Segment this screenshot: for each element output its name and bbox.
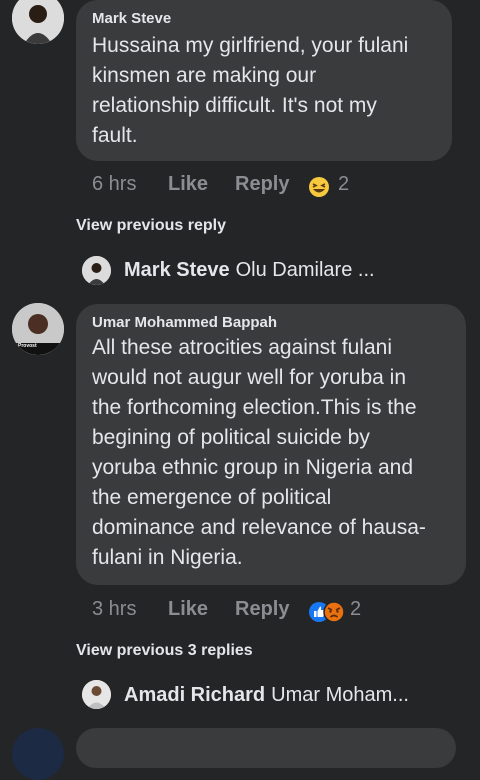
angry-emoji-icon bbox=[323, 601, 345, 623]
reply-preview[interactable]: Amadi Richard Umar Moham... bbox=[124, 684, 409, 707]
reply-button[interactable]: Reply bbox=[235, 598, 289, 621]
reply-button[interactable]: Reply bbox=[235, 173, 289, 196]
reactions[interactable]: 2 bbox=[308, 598, 378, 623]
next-comment-bubble bbox=[76, 728, 456, 768]
laughing-emoji-icon bbox=[309, 177, 329, 197]
reaction-count: 2 bbox=[338, 173, 350, 195]
avatar-mark-steve-reply[interactable] bbox=[82, 256, 111, 285]
avatar-caption: Provost bbox=[18, 343, 37, 349]
reply-preview[interactable]: Mark Steve Olu Damilare ... bbox=[124, 259, 375, 282]
avatar-next-comment[interactable] bbox=[12, 728, 64, 780]
like-button[interactable]: Like bbox=[168, 173, 208, 196]
comment-actions: 6 hrs Like Reply 2 bbox=[92, 173, 392, 199]
like-button[interactable]: Like bbox=[168, 598, 208, 621]
reply-snippet: Olu Damilare ... bbox=[235, 259, 375, 281]
comment-author[interactable]: Mark Steve bbox=[92, 10, 436, 27]
comment-actions: 3 hrs Like Reply 2 bbox=[92, 598, 392, 624]
avatar-amadi-richard[interactable] bbox=[82, 680, 111, 709]
comment-timestamp: 6 hrs bbox=[92, 173, 137, 195]
comment-bubble: Umar Mohammed Bappah All these atrocitie… bbox=[76, 304, 466, 585]
view-previous-replies[interactable]: View previous 3 replies bbox=[76, 642, 253, 660]
reaction-count: 2 bbox=[350, 598, 362, 620]
avatar-mark-steve[interactable] bbox=[12, 0, 64, 44]
avatar-umar-mohammed-bappah[interactable]: Provost bbox=[12, 303, 64, 355]
reply-author: Mark Steve bbox=[124, 259, 230, 281]
reply-snippet: Umar Moham... bbox=[271, 684, 409, 706]
comment-bubble: Mark Steve Hussaina my girlfriend, your … bbox=[76, 0, 452, 161]
reactions[interactable]: 2 bbox=[308, 173, 368, 198]
view-previous-replies[interactable]: View previous reply bbox=[76, 217, 226, 235]
comment-text: All these atrocities against fulani woul… bbox=[92, 336, 426, 569]
comment-author[interactable]: Umar Mohammed Bappah bbox=[92, 314, 450, 331]
comment-text: Hussaina my girlfriend, your fulani kins… bbox=[92, 34, 409, 147]
reply-author: Amadi Richard bbox=[124, 684, 266, 706]
comment-timestamp: 3 hrs bbox=[92, 598, 137, 620]
